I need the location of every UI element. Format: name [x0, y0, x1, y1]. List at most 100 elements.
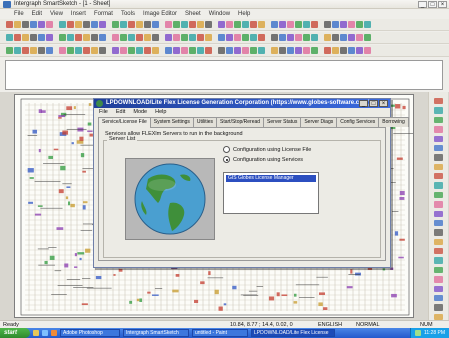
dialog-close-button[interactable]: ×: [379, 100, 388, 107]
toolbar-tool-icon[interactable]: [311, 21, 318, 28]
tab-config-services[interactable]: Config Services: [336, 117, 380, 127]
tab-service-license-file[interactable]: Service/License File: [98, 117, 151, 128]
menu-image-editor[interactable]: Image Editor: [143, 11, 177, 17]
toolbar-tool-icon[interactable]: [91, 34, 98, 41]
toolbar-tool-icon[interactable]: [250, 34, 257, 41]
toolbar-tool-icon[interactable]: [46, 21, 53, 28]
toolbar-tool-icon[interactable]: [46, 47, 53, 54]
toolbar-tool-icon[interactable]: [152, 34, 159, 41]
toolbar-tool-icon[interactable]: [91, 47, 98, 54]
toolbar-tool-icon[interactable]: [311, 47, 318, 54]
toolbar-tool-icon[interactable]: [144, 47, 151, 54]
side-tool-icon[interactable]: [434, 238, 443, 245]
taskbar-button-paint[interactable]: untitled - Paint: [192, 329, 248, 337]
toolbar-tool-icon[interactable]: [340, 21, 347, 28]
toolbar-tool-icon[interactable]: [295, 47, 302, 54]
side-tool-icon[interactable]: [434, 173, 443, 180]
minimize-button[interactable]: _: [418, 1, 427, 8]
toolbar-tool-icon[interactable]: [324, 34, 331, 41]
toolbar-tool-icon[interactable]: [120, 47, 127, 54]
toolbar-tool-icon[interactable]: [173, 21, 180, 28]
toolbar-tool-icon[interactable]: [295, 34, 302, 41]
toolbar-tool-icon[interactable]: [226, 34, 233, 41]
toolbar-tool-icon[interactable]: [324, 47, 331, 54]
toolbar-tool-icon[interactable]: [356, 21, 363, 28]
toolbar-tool-icon[interactable]: [287, 34, 294, 41]
menu-sheet[interactable]: Sheet: [185, 11, 201, 17]
service-list[interactable]: GIS Globes License Manager: [223, 172, 319, 214]
toolbar-tool-icon[interactable]: [189, 47, 196, 54]
toolbar-tool-icon[interactable]: [205, 21, 212, 28]
dialog-minimize-button[interactable]: _: [359, 100, 368, 107]
toolbar-tool-icon[interactable]: [364, 47, 371, 54]
toolbar-tool-icon[interactable]: [22, 47, 29, 54]
toolbar-tool-icon[interactable]: [14, 21, 21, 28]
toolbar-tool-icon[interactable]: [242, 47, 249, 54]
toolbar-tool-icon[interactable]: [250, 21, 257, 28]
side-tool-icon[interactable]: [434, 248, 443, 255]
dialog-menu-file[interactable]: File: [99, 109, 108, 115]
side-tool-icon[interactable]: [434, 98, 443, 105]
toolbar-tool-icon[interactable]: [59, 34, 66, 41]
service-list-item[interactable]: GIS Globes License Manager: [226, 175, 316, 182]
tab-server-diags[interactable]: Server Diags: [300, 117, 338, 127]
menu-window[interactable]: Window: [209, 11, 230, 17]
toolbar-tool-icon[interactable]: [181, 21, 188, 28]
toolbar-tool-icon[interactable]: [165, 21, 172, 28]
tab-start-stop-reread[interactable]: Start/Stop/Reread: [216, 117, 265, 127]
toolbar-tool-icon[interactable]: [332, 21, 339, 28]
toolbar-tool-icon[interactable]: [128, 21, 135, 28]
toolbar-tool-icon[interactable]: [197, 47, 204, 54]
side-tool-icon[interactable]: [434, 191, 443, 199]
menu-format[interactable]: Format: [94, 11, 113, 17]
toolbar-tool-icon[interactable]: [340, 34, 347, 41]
toolbar-tool-icon[interactable]: [234, 47, 241, 54]
side-tool-icon[interactable]: [434, 266, 443, 274]
toolbar-tool-icon[interactable]: [279, 34, 286, 41]
toolbar-tool-icon[interactable]: [303, 21, 310, 28]
side-tool-icon[interactable]: [434, 210, 443, 217]
toolbar-tool-icon[interactable]: [356, 47, 363, 54]
toolbar-tool-icon[interactable]: [271, 47, 278, 54]
toolbar-tool-icon[interactable]: [14, 47, 21, 54]
quicklaunch-icon[interactable]: [51, 330, 57, 336]
toolbar-tool-icon[interactable]: [38, 21, 45, 28]
tab-system-settings[interactable]: System Settings: [149, 117, 194, 127]
taskbar-button-license[interactable]: LPDOWNLOAD/Lite Flex License: [251, 329, 335, 337]
side-tool-icon[interactable]: [434, 107, 443, 114]
toolbar-tool-icon[interactable]: [112, 47, 119, 54]
toolbar-tool-icon[interactable]: [83, 34, 90, 41]
toolbar-tool-icon[interactable]: [364, 34, 371, 41]
toolbar-tool-icon[interactable]: [75, 21, 82, 28]
toolbar-tool-icon[interactable]: [197, 21, 204, 28]
toolbar-tool-icon[interactable]: [348, 34, 355, 41]
side-tool-icon[interactable]: [434, 257, 443, 264]
toolbar-tool-icon[interactable]: [287, 21, 294, 28]
toolbar-tool-icon[interactable]: [348, 47, 355, 54]
toolbar-tool-icon[interactable]: [279, 47, 286, 54]
toolbar-tool-icon[interactable]: [226, 21, 233, 28]
toolbar-tool-icon[interactable]: [30, 21, 37, 28]
side-tool-icon[interactable]: [434, 285, 443, 292]
tab-borrowing[interactable]: Borrowing: [378, 117, 409, 127]
dialog-menu-edit[interactable]: Edit: [116, 109, 125, 115]
toolbar-tool-icon[interactable]: [136, 34, 143, 41]
toolbar-tool-icon[interactable]: [91, 21, 98, 28]
menu-help[interactable]: Help: [238, 11, 250, 17]
toolbar-tool-icon[interactable]: [75, 34, 82, 41]
maximize-button[interactable]: □: [428, 1, 437, 8]
toolbar-tool-icon[interactable]: [67, 47, 74, 54]
toolbar-tool-icon[interactable]: [165, 34, 172, 41]
toolbar-tool-icon[interactable]: [364, 21, 371, 28]
toolbar-tool-icon[interactable]: [324, 21, 331, 28]
dialog-maximize-button[interactable]: □: [369, 100, 378, 107]
taskbar-button-smartsketch[interactable]: Intergraph SmartSketch: [123, 329, 189, 337]
toolbar-tool-icon[interactable]: [258, 47, 265, 54]
start-button[interactable]: start: [0, 328, 30, 338]
toolbar-tool-icon[interactable]: [242, 21, 249, 28]
toolbar-tool-icon[interactable]: [271, 34, 278, 41]
toolbar-tool-icon[interactable]: [59, 21, 66, 28]
toolbar-tool-icon[interactable]: [356, 34, 363, 41]
toolbar-tool-icon[interactable]: [6, 21, 13, 28]
toolbar-tool-icon[interactable]: [181, 47, 188, 54]
